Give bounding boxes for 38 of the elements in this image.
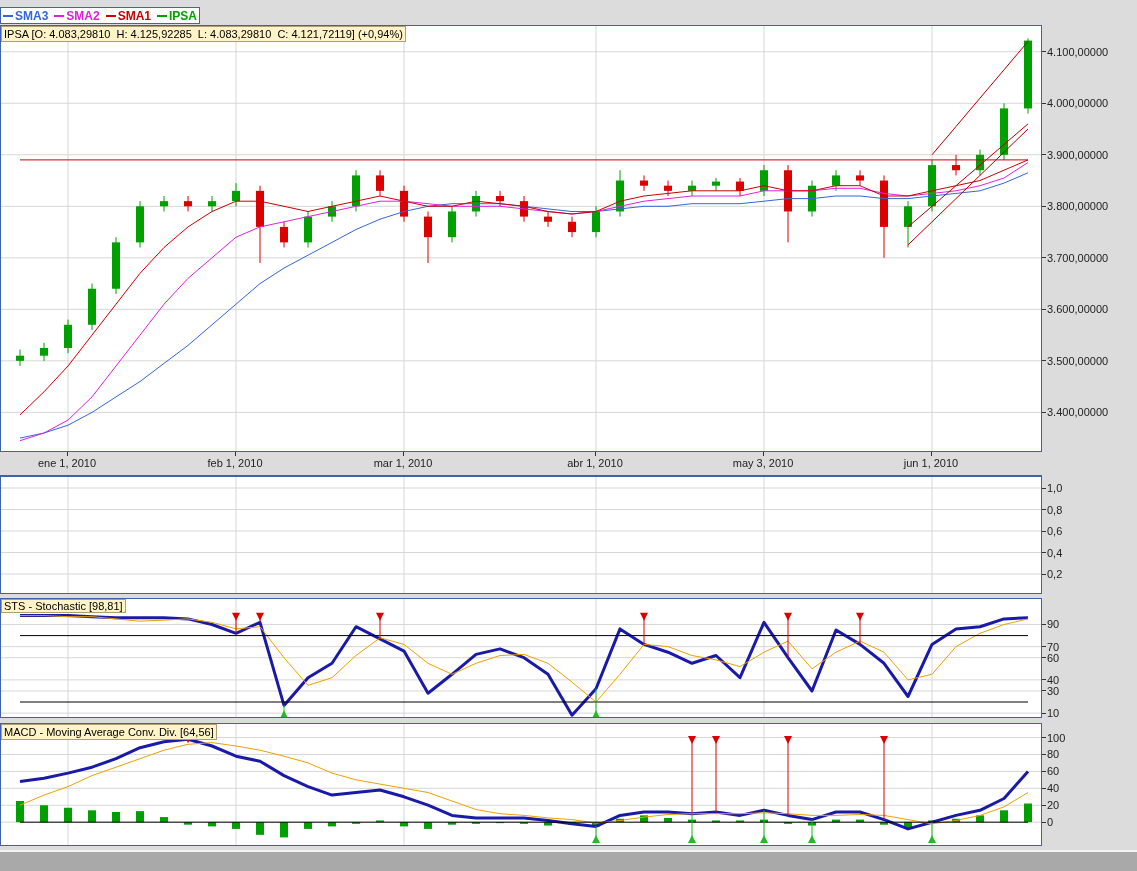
y-axis-tick-label: 100 — [1046, 730, 1066, 745]
y-axis-tick-label: 3.900,00000 — [1046, 147, 1109, 162]
indicator-title: STS - Stochastic [98,81] — [1, 599, 126, 613]
legend-label: SMA3 — [15, 8, 49, 23]
y-axis-tick-label: 4.000,00000 — [1046, 96, 1109, 111]
y-axis-tick-label: 0 — [1046, 815, 1054, 830]
y-axis-tick-label: 20 — [1046, 798, 1060, 813]
price-info-label: IPSA [O: 4.083,29810 H: 4.125,92285 L: 4.083,29810 C: 4.121,72119] (+0,94%) — [1, 26, 406, 42]
axis-label: 1,0 — [1046, 481, 1063, 495]
axis-label: 0,8 — [1046, 502, 1063, 517]
x-axis-tick-label: ene 1, 2010 — [37, 456, 97, 470]
y-axis-tick-label: 4.100,00000 — [1046, 44, 1109, 59]
y-axis-tick-label: 80 — [1046, 747, 1060, 762]
axis-label: 0,4 — [1046, 545, 1063, 560]
y-axis-tick-label: 30 — [1046, 684, 1060, 698]
y-axis-tick-label: 3.500,00000 — [1046, 353, 1109, 368]
y-axis-tick-label: 70 — [1046, 639, 1060, 654]
x-axis-tick-label: may 3, 2010 — [732, 456, 794, 470]
y-axis-tick-label: 3.700,00000 — [1046, 250, 1109, 265]
y-axis-tick-label: 3.800,00000 — [1046, 199, 1109, 214]
y-axis-tick-label: 90 — [1046, 617, 1060, 632]
y-axis-tick-label: 40 — [1046, 781, 1060, 796]
legend-label: IPSA — [169, 8, 198, 23]
y-axis-tick-label: 60 — [1046, 764, 1060, 779]
legend-label: SMA1 — [117, 8, 152, 23]
x-axis-tick-label: feb 1, 2010 — [207, 456, 263, 470]
axis-label: 0,2 — [1046, 567, 1063, 581]
y-axis-tick-label: 3.400,00000 — [1046, 405, 1109, 420]
axis-label: 0,6 — [1046, 524, 1063, 538]
y-axis-tick-label: 40 — [1046, 672, 1060, 687]
x-axis-tick-label: mar 1, 2010 — [373, 456, 433, 470]
indicator-title: MACD - Moving Average Conv. Div. [64,56] — [1, 724, 217, 740]
legend-label: SMA2 — [66, 8, 100, 23]
y-axis-tick-label: 3.600,00000 — [1046, 302, 1109, 317]
y-axis-tick-label: 60 — [1046, 651, 1060, 665]
x-axis-tick-label: jun 1, 2010 — [903, 456, 959, 470]
y-axis-tick-label: 10 — [1046, 706, 1060, 721]
x-axis-tick-label: abr 1, 2010 — [567, 456, 623, 470]
